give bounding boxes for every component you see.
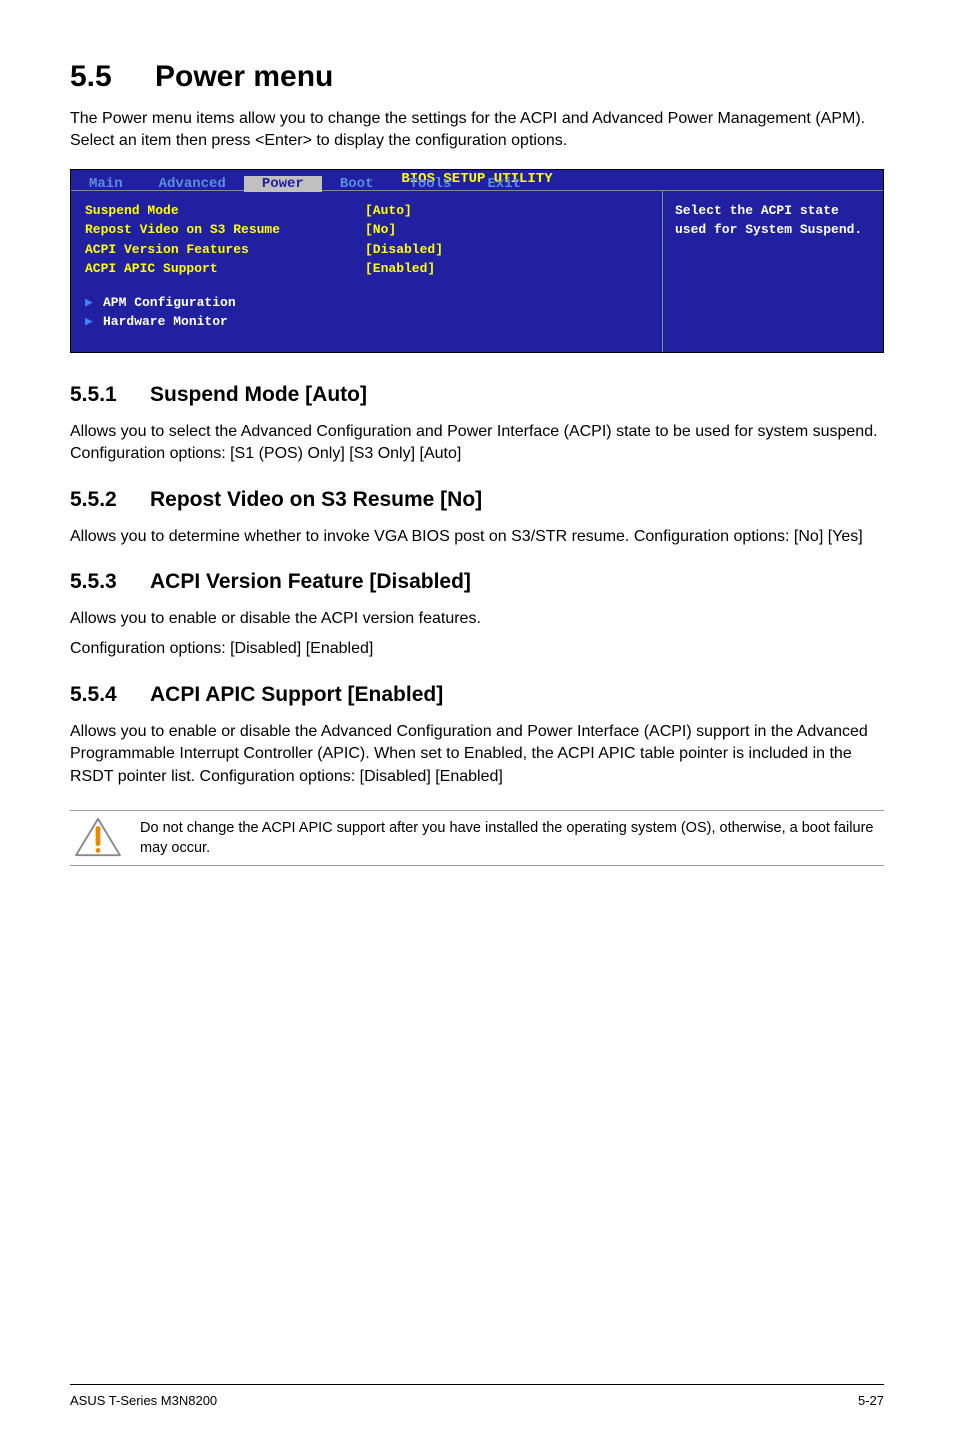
- page-footer: ASUS T-Series M3N8200 5-27: [70, 1384, 884, 1408]
- subsection-title: Repost Video on S3 Resume [No]: [150, 488, 482, 511]
- intro-paragraph: The Power menu items allow you to change…: [70, 108, 884, 153]
- bios-label: Repost Video on S3 Resume: [85, 220, 365, 240]
- bios-label: ACPI Version Features: [85, 240, 365, 260]
- body-paragraph: Allows you to enable or disable the Adva…: [70, 721, 884, 788]
- bios-body: Suspend Mode [Auto] Repost Video on S3 R…: [71, 190, 883, 352]
- section-number: 5.5: [70, 60, 155, 94]
- triangle-right-icon: ▶: [85, 312, 103, 332]
- bios-row-acpiver[interactable]: ACPI Version Features [Disabled]: [85, 240, 648, 260]
- bios-submenu-label: Hardware Monitor: [103, 312, 228, 332]
- subsection-number: 5.5.3: [70, 570, 150, 594]
- bios-help-text: Select the ACPI state used for System Su…: [675, 203, 862, 238]
- bios-submenu-label: APM Configuration: [103, 293, 236, 313]
- subsection-heading: 5.5.2Repost Video on S3 Resume [No]: [70, 488, 884, 512]
- bios-value: [Auto]: [365, 201, 648, 221]
- warning-icon: [74, 817, 122, 859]
- subsection-title: Suspend Mode [Auto]: [150, 383, 367, 406]
- subsection-number: 5.5.2: [70, 488, 150, 512]
- body-paragraph: Allows you to select the Advanced Config…: [70, 421, 884, 466]
- bios-tab-advanced[interactable]: Advanced: [141, 176, 244, 192]
- subsection-title: ACPI Version Feature [Disabled]: [150, 570, 471, 593]
- subsection-number: 5.5.4: [70, 683, 150, 707]
- bios-row-repost[interactable]: Repost Video on S3 Resume [No]: [85, 220, 648, 240]
- bios-value: [Enabled]: [365, 259, 648, 279]
- bios-value: [Disabled]: [365, 240, 648, 260]
- bios-tab-main[interactable]: Main: [71, 176, 141, 192]
- bios-tab-boot[interactable]: Boot: [322, 176, 392, 192]
- warning-note: Do not change the ACPI APIC support afte…: [70, 810, 884, 866]
- bios-tab-exit[interactable]: Exit: [469, 176, 539, 192]
- triangle-right-icon: ▶: [85, 293, 103, 313]
- bios-settings-panel: Suspend Mode [Auto] Repost Video on S3 R…: [71, 191, 663, 352]
- body-paragraph: Allows you to enable or disable the ACPI…: [70, 608, 884, 630]
- bios-screenshot: BIOS SETUP UTILITY Main Advanced Power B…: [70, 169, 884, 353]
- bios-row-acpiapic[interactable]: ACPI APIC Support [Enabled]: [85, 259, 648, 279]
- bios-tab-power[interactable]: Power: [244, 176, 322, 192]
- body-paragraph: Allows you to determine whether to invok…: [70, 526, 884, 548]
- bios-submenu-hw[interactable]: ▶ Hardware Monitor: [85, 312, 648, 332]
- bios-tab-tools[interactable]: Tools: [391, 176, 469, 192]
- subsection-heading: 5.5.3ACPI Version Feature [Disabled]: [70, 570, 884, 594]
- bios-header: BIOS SETUP UTILITY Main Advanced Power B…: [71, 170, 883, 190]
- warning-text: Do not change the ACPI APIC support afte…: [140, 818, 884, 859]
- bios-row-suspend[interactable]: Suspend Mode [Auto]: [85, 201, 648, 221]
- bios-help-panel: Select the ACPI state used for System Su…: [663, 191, 883, 352]
- subsection-title: ACPI APIC Support [Enabled]: [150, 683, 443, 706]
- footer-right: 5-27: [858, 1393, 884, 1408]
- page-heading: 5.5Power menu: [70, 60, 884, 94]
- bios-submenu-apm[interactable]: ▶ APM Configuration: [85, 293, 648, 313]
- subsection-heading: 5.5.4ACPI APIC Support [Enabled]: [70, 683, 884, 707]
- bios-label: ACPI APIC Support: [85, 259, 365, 279]
- bios-tab-bar: Main Advanced Power Boot Tools Exit: [71, 176, 883, 192]
- body-paragraph: Configuration options: [Disabled] [Enabl…: [70, 638, 884, 660]
- subsection-heading: 5.5.1Suspend Mode [Auto]: [70, 383, 884, 407]
- section-title: Power menu: [155, 60, 333, 93]
- bios-value: [No]: [365, 220, 648, 240]
- footer-left: ASUS T-Series M3N8200: [70, 1393, 217, 1408]
- subsection-number: 5.5.1: [70, 383, 150, 407]
- bios-label: Suspend Mode: [85, 201, 365, 221]
